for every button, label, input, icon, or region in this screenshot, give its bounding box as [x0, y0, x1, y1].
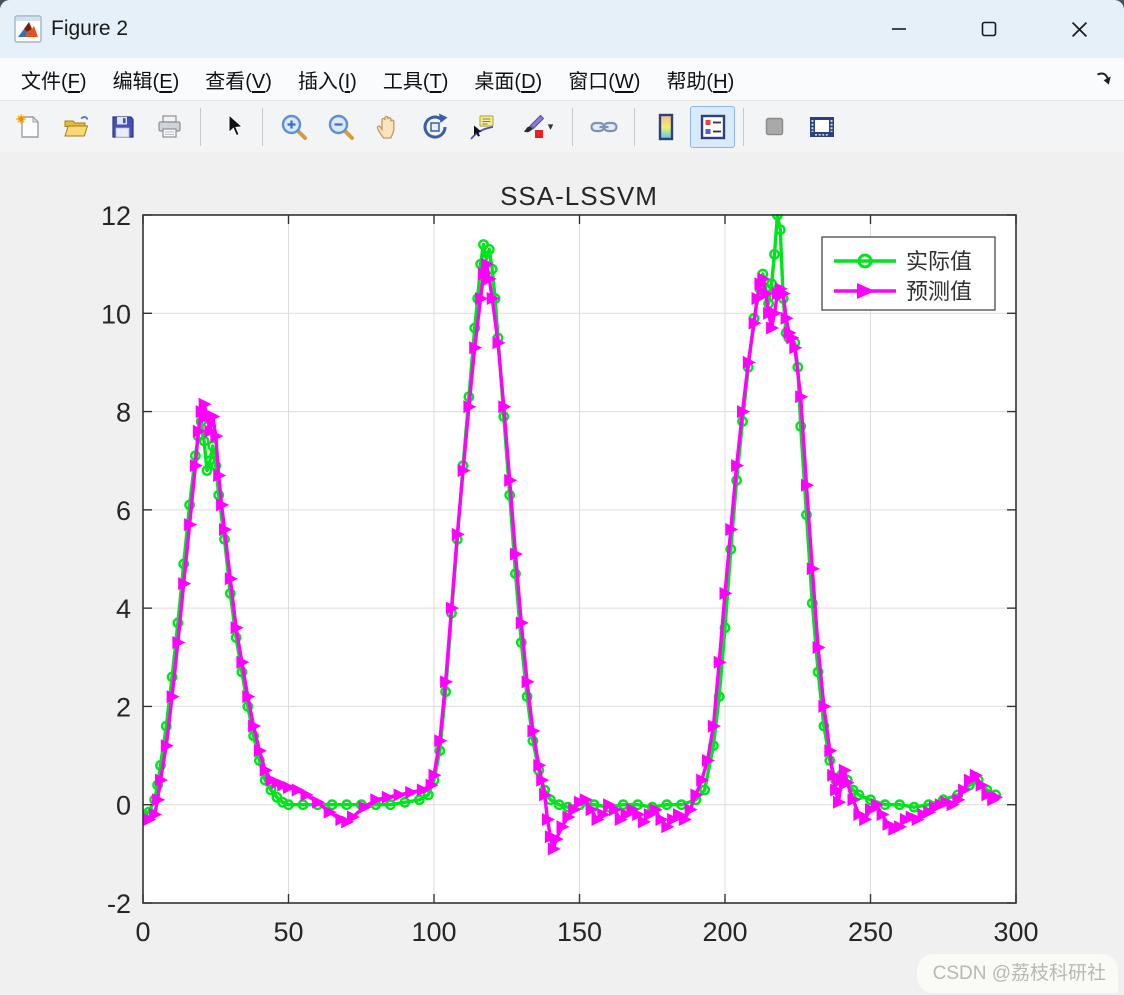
x-tick-label: 50: [273, 917, 303, 947]
open-file-icon: [61, 112, 91, 142]
pan-button[interactable]: [365, 106, 410, 148]
y-tick-label: 10: [101, 299, 131, 329]
zoom-out-icon: [326, 112, 356, 142]
rotate-3d-button[interactable]: [412, 106, 457, 148]
menu-file[interactable]: 文件(F): [8, 65, 100, 94]
matlab-logo-icon: [14, 15, 42, 43]
figure-canvas: SSA-LSSVM 0 50 100 150 200 250 300 -2 0 2 4 6 8 10 12 实…: [0, 152, 1124, 995]
y-tick-label: -2: [107, 889, 131, 919]
menu-help[interactable]: 帮助(H): [653, 65, 747, 94]
dock-figure-arrow-icon[interactable]: [1094, 69, 1114, 89]
rotate-3d-icon: [420, 112, 450, 142]
pan-hand-icon: [373, 112, 403, 142]
save-figure-button[interactable]: [100, 106, 145, 148]
menu-window[interactable]: 窗口(W): [555, 65, 653, 94]
toolbar: ▾: [0, 101, 1124, 153]
watermark: CSDN @荔枝科研社: [916, 954, 1118, 993]
brush-data-button[interactable]: ▾: [506, 106, 564, 148]
close-button[interactable]: [1034, 0, 1124, 58]
window-title: Figure 2: [51, 17, 129, 40]
dropdown-caret-icon[interactable]: ▾: [548, 120, 554, 133]
toolbar-separator: [200, 107, 201, 146]
print-figure-button[interactable]: [147, 106, 192, 148]
menu-view[interactable]: 查看(V): [192, 65, 285, 94]
y-tick-label: 0: [116, 791, 131, 821]
minimize-icon: [892, 28, 906, 30]
plot-svg: SSA-LSSVM 0 50 100 150 200 250 300-2024681012实…: [101, 181, 1039, 947]
legend-label-1: 预测值: [906, 279, 972, 304]
menu-desktop[interactable]: 桌面(D): [461, 65, 555, 94]
y-tick-label: 4: [116, 594, 131, 624]
plot-tools-off-button[interactable]: [752, 106, 797, 148]
legend-label-0: 实际值: [906, 249, 972, 274]
menu-tools[interactable]: 工具(T): [370, 65, 462, 94]
window-controls: [854, 0, 1124, 58]
maximize-button[interactable]: [944, 0, 1034, 58]
new-figure-icon: [14, 112, 44, 142]
brush-icon: [517, 112, 547, 142]
insert-colorbar-button[interactable]: [643, 106, 688, 148]
figure-window: Figure 2 文件(F) 编辑(E) 查看(V) 插入(I) 工具(T) 桌面(D) 窗…: [0, 0, 1124, 995]
print-figure-icon: [155, 112, 185, 142]
save-figure-icon: [108, 112, 138, 142]
toolbar-separator: [743, 107, 744, 146]
open-file-button[interactable]: [53, 106, 98, 148]
toolbar-separator: [262, 107, 263, 146]
menu-insert[interactable]: 插入(I): [285, 65, 370, 94]
x-tick-label: 0: [135, 917, 150, 947]
maximize-icon: [981, 21, 997, 37]
chart-title: SSA-LSSVM: [500, 181, 658, 211]
x-tick-label: 250: [848, 917, 893, 947]
insert-legend-button[interactable]: [690, 105, 735, 148]
x-tick-label: 150: [557, 917, 602, 947]
zoom-out-button[interactable]: [318, 106, 363, 148]
zoom-in-icon: [279, 112, 309, 142]
colorbar-icon: [651, 112, 681, 142]
plot-tools-dock-button[interactable]: [799, 106, 844, 148]
menu-edit[interactable]: 编辑(E): [100, 65, 193, 94]
gray-square-icon: [760, 112, 790, 142]
data-cursor-icon: [467, 112, 497, 142]
data-cursor-button[interactable]: [459, 106, 504, 148]
edit-plot-button[interactable]: [209, 106, 254, 148]
minimize-button[interactable]: [854, 0, 944, 58]
toolbar-separator: [572, 107, 573, 146]
menu-bar: 文件(F) 编辑(E) 查看(V) 插入(I) 工具(T) 桌面(D) 窗口(W) 帮助(H): [0, 58, 1124, 101]
toolbar-separator: [634, 107, 635, 146]
y-tick-label: 12: [101, 201, 131, 231]
dock-window-icon: [807, 112, 837, 142]
x-tick-label: 200: [702, 917, 747, 947]
x-tick-label: 300: [993, 917, 1038, 947]
link-plot-button[interactable]: [581, 106, 626, 148]
close-icon: [1071, 21, 1087, 37]
zoom-in-button[interactable]: [271, 106, 316, 148]
y-tick-label: 2: [116, 692, 131, 722]
title-bar: Figure 2: [0, 0, 1124, 58]
legend-icon: [698, 112, 728, 142]
arrow-cursor-icon: [217, 112, 247, 142]
y-tick-label: 8: [116, 398, 131, 428]
link-chain-icon: [589, 112, 619, 142]
new-figure-button[interactable]: [6, 106, 51, 148]
y-tick-label: 6: [116, 496, 131, 526]
x-tick-label: 100: [411, 917, 456, 947]
